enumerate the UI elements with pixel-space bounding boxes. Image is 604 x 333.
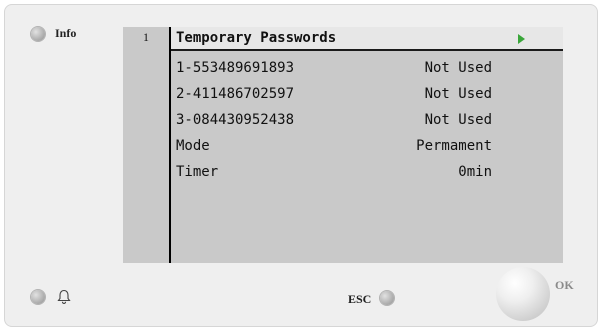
esc-button[interactable]: [380, 291, 394, 305]
row-value: Not Used: [424, 112, 492, 128]
lcd-screen: 1 Temporary Passwords 1-553489691893 Not…: [123, 27, 563, 263]
menu-row-mode[interactable]: Mode Permament: [176, 138, 492, 156]
controller-panel: Info 1 Temporary Passwords 1-55348969189…: [4, 4, 598, 327]
menu-row-password-1[interactable]: 1-553489691893 Not Used: [176, 60, 492, 78]
gutter-divider: [169, 27, 171, 263]
row-label: 2-411486702597: [176, 86, 295, 102]
row-value: Permament: [416, 138, 492, 154]
info-button-label: Info: [55, 26, 77, 40]
page-number: 1: [143, 30, 149, 44]
menu-row-password-2[interactable]: 2-411486702597 Not Used: [176, 86, 492, 104]
info-button[interactable]: [31, 27, 45, 41]
row-label: Timer: [176, 164, 219, 180]
row-value: Not Used: [424, 86, 492, 102]
row-label: Mode: [176, 138, 210, 154]
bell-icon: [57, 289, 71, 305]
header-divider: [171, 49, 563, 51]
alarm-button[interactable]: [31, 290, 45, 304]
row-value: Not Used: [424, 60, 492, 76]
row-label: 3-084430952438: [176, 112, 295, 128]
row-label: 1-553489691893: [176, 60, 295, 76]
screen-title: Temporary Passwords: [176, 30, 337, 46]
menu-row-timer[interactable]: Timer 0min: [176, 164, 492, 182]
arrow-right-icon[interactable]: [518, 34, 525, 44]
ok-button[interactable]: [496, 267, 550, 321]
esc-button-label: ESC: [348, 292, 372, 306]
ok-button-label: OK: [555, 278, 574, 292]
menu-row-password-3[interactable]: 3-084430952438 Not Used: [176, 112, 492, 130]
row-value: 0min: [458, 164, 492, 180]
